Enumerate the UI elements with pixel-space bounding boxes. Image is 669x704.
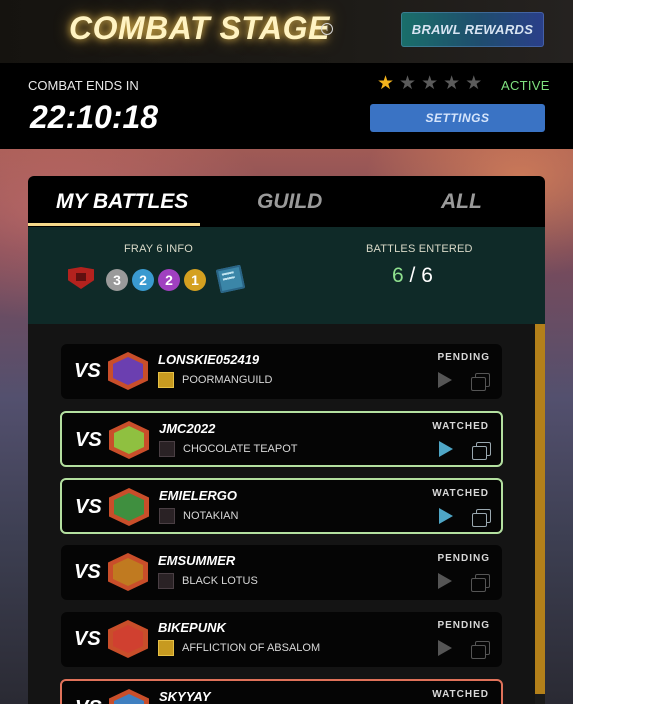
info-icon[interactable]: i (321, 23, 333, 35)
opponent-name: BIKEPUNK (158, 620, 226, 635)
vs-label: VS (74, 628, 101, 650)
battles-done: 6 (392, 264, 404, 287)
star-icon-empty: ★ (465, 73, 483, 94)
copy-icon[interactable] (472, 509, 491, 527)
opponent-name: JMC2022 (159, 421, 216, 436)
play-icon[interactable] (439, 508, 453, 524)
page-title: COMBAT STAGE (69, 10, 330, 46)
battle-row[interactable]: VS LONSKIE052419 POORMANGUILD PENDING (61, 344, 502, 399)
battle-status: WATCHED (432, 689, 489, 700)
vs-label: VS (75, 496, 102, 518)
opponent-guild: NOTAKIAN (183, 510, 239, 522)
battle-status: PENDING (437, 352, 490, 363)
tab-my-battles[interactable]: MY BATTLES (56, 190, 188, 214)
opponent-guild: AFFLICTION OF ABSALOM (182, 642, 321, 654)
battle-row[interactable]: VS BIKEPUNK AFFLICTION OF ABSALOM PENDING (61, 612, 502, 667)
guild-crest-icon (158, 640, 174, 656)
active-status-label: ACTIVE (501, 78, 550, 93)
player-avatar (109, 421, 149, 459)
battle-row[interactable]: VS EMSUMMER BLACK LOTUS PENDING (61, 545, 502, 600)
battle-status: PENDING (437, 620, 490, 631)
battle-status: PENDING (437, 553, 490, 564)
opponent-name: EMIELERGO (159, 488, 238, 503)
settings-button[interactable]: SETTINGS (370, 104, 545, 132)
opponent-guild: CHOCOLATE TEAPOT (183, 443, 298, 455)
combat-ends-label: COMBAT ENDS IN (28, 78, 139, 93)
opponent-name: SKYYAY (159, 689, 211, 704)
rare-card-count: 2 (132, 269, 154, 291)
fray-info-label: FRAY 6 INFO (124, 243, 194, 255)
star-icon-empty: ★ (399, 73, 417, 94)
brawl-rewards-button[interactable]: BRAWL REWARDS (401, 12, 544, 47)
star-icon-empty: ★ (421, 73, 439, 94)
guild-crest-icon (158, 573, 174, 589)
guild-crest-icon (159, 441, 175, 457)
rulebook-icon[interactable] (215, 264, 246, 294)
vs-label: VS (74, 561, 101, 583)
legendary-card-count: 1 (184, 269, 206, 291)
combat-timer: 22:10:18 (30, 99, 159, 135)
avatar-portrait (114, 426, 144, 454)
fray-info-panel: FRAY 6 INFO 3 2 2 1 BATTLES ENTERED 6 / … (28, 227, 545, 363)
battle-status: WATCHED (432, 421, 489, 432)
vs-label: VS (75, 697, 102, 704)
star-icon-empty: ★ (443, 73, 461, 94)
combat-status-bar: COMBAT ENDS IN 22:10:18 ★ ★ ★ ★ ★ ACTIVE… (0, 63, 573, 149)
battles-separator: / (403, 264, 422, 287)
vs-label: VS (74, 360, 101, 382)
battles-total: 6 (421, 264, 433, 287)
avatar-portrait (113, 357, 143, 385)
battles-entered-label: BATTLES ENTERED (366, 243, 473, 255)
copy-icon[interactable] (471, 373, 490, 391)
play-icon[interactable] (438, 640, 452, 656)
player-avatar (108, 620, 148, 658)
combat-stage-panel: COMBAT STAGE i BRAWL REWARDS COMBAT ENDS… (0, 0, 573, 704)
header-bar: COMBAT STAGE i BRAWL REWARDS (0, 0, 573, 63)
opponent-guild: POORMANGUILD (182, 374, 273, 386)
battle-status: WATCHED (432, 488, 489, 499)
copy-icon[interactable] (471, 574, 490, 592)
opponent-guild: BLACK LOTUS (182, 575, 258, 587)
copy-icon[interactable] (472, 442, 491, 460)
avatar-portrait (114, 493, 144, 521)
avatar-portrait (114, 694, 144, 704)
player-avatar (109, 488, 149, 526)
active-tab-indicator (28, 223, 200, 226)
battle-row[interactable]: VS JMC2022 CHOCOLATE TEAPOT WATCHED (60, 411, 503, 467)
battles-entered-count: 6 / 6 (392, 264, 433, 288)
copy-icon[interactable] (471, 641, 490, 659)
guild-crest-icon (158, 372, 174, 388)
guild-crest-icon (159, 508, 175, 524)
star-icon-filled: ★ (377, 73, 395, 94)
battle-list: VS LONSKIE052419 POORMANGUILD PENDING VS JMC2… (28, 324, 545, 704)
play-icon[interactable] (439, 441, 453, 457)
play-icon[interactable] (438, 573, 452, 589)
epic-card-count: 2 (158, 269, 180, 291)
tab-guild[interactable]: GUILD (257, 190, 322, 214)
opponent-name: EMSUMMER (158, 553, 236, 568)
battle-tabs: MY BATTLES GUILD ALL (28, 176, 545, 227)
battle-row[interactable]: VS EMIELERGO NOTAKIAN WATCHED (60, 478, 503, 534)
opponent-name: LONSKIE052419 (158, 352, 260, 367)
player-avatar (108, 553, 148, 591)
avatar-portrait (113, 558, 143, 586)
player-avatar (108, 352, 148, 390)
battle-row[interactable]: VS SKYYAY WATCHED (60, 679, 503, 704)
tab-all[interactable]: ALL (441, 190, 482, 214)
league-shield-icon (68, 267, 94, 289)
play-icon[interactable] (438, 372, 452, 388)
avatar-portrait (113, 625, 143, 653)
star-rating: ★ ★ ★ ★ ★ (377, 74, 482, 94)
vs-label: VS (75, 429, 102, 451)
player-avatar (109, 689, 149, 704)
scrollbar-thumb[interactable] (535, 324, 545, 694)
common-card-count: 3 (106, 269, 128, 291)
